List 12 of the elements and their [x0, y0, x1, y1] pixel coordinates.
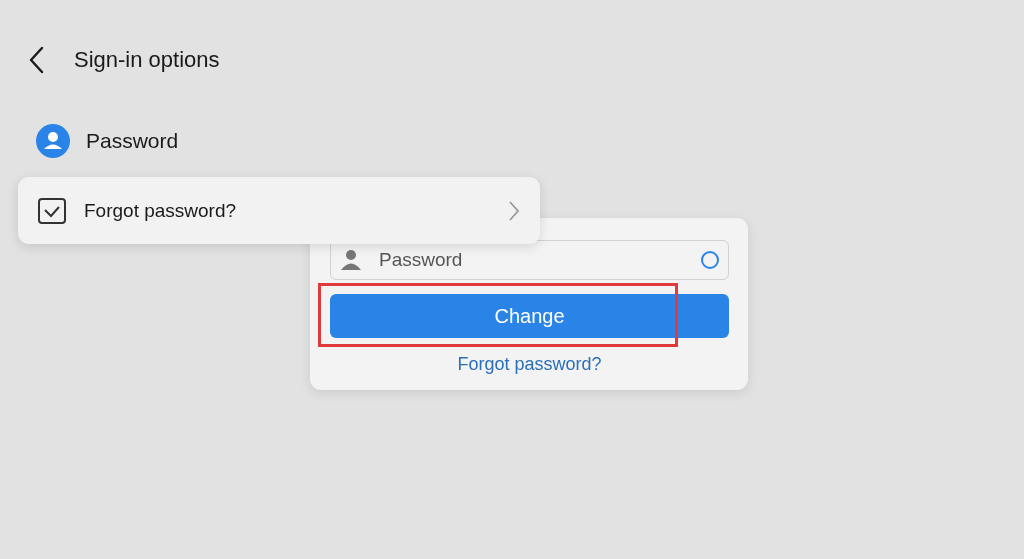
back-icon — [28, 46, 44, 74]
forgot-password-link[interactable]: Forgot password? — [457, 354, 602, 375]
change-button[interactable]: Change — [330, 294, 729, 338]
page-title: Sign-in options — [74, 47, 220, 73]
user-icon — [36, 124, 70, 158]
checkbox-icon — [38, 197, 66, 224]
forgot-password-item[interactable]: Forgot password? — [18, 177, 540, 244]
password-field[interactable]: Password — [330, 240, 729, 280]
section-title: Password — [86, 129, 179, 153]
person-icon — [340, 249, 362, 271]
chevron-icon — [508, 199, 520, 222]
circle-icon — [700, 250, 720, 270]
